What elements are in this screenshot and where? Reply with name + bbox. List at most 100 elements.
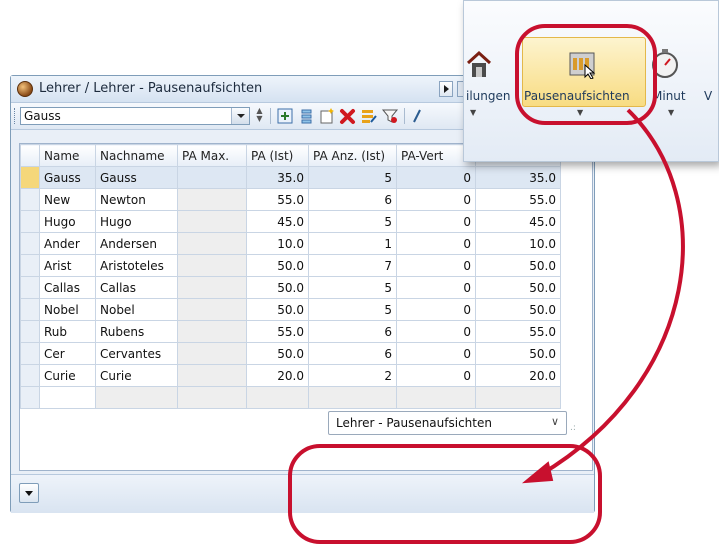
cell-pa-vert[interactable]: 0 xyxy=(396,210,476,233)
cell-name[interactable]: Gauss xyxy=(39,166,96,189)
cell-pa-ist[interactable]: 55.0 xyxy=(246,320,309,343)
stopwatch-icon[interactable] xyxy=(650,45,680,79)
cell-pa-max[interactable] xyxy=(177,232,247,255)
cell-pa-ist[interactable]: 20.0 xyxy=(246,364,309,387)
cell-pa-max[interactable] xyxy=(177,254,247,277)
new-entry-icon[interactable] xyxy=(318,107,336,125)
chevron-down-icon[interactable]: ▼ xyxy=(577,108,583,117)
new-row-cell[interactable] xyxy=(396,386,476,409)
cell-pa-anz-ist[interactable]: 5 xyxy=(308,166,397,189)
cell-pa-ist[interactable]: 50.0 xyxy=(246,298,309,321)
cell-nachname[interactable]: Nobel xyxy=(95,298,178,321)
cell-extra[interactable]: 55.0 xyxy=(475,188,561,211)
row-selector[interactable] xyxy=(20,254,40,277)
cell-pa-anz-ist[interactable]: 5 xyxy=(308,298,397,321)
new-row-cell[interactable] xyxy=(246,386,309,409)
row-selector[interactable] xyxy=(20,364,40,387)
table-row[interactable]: Arist Aristoteles 50.0 7 0 50.0 xyxy=(20,254,561,277)
cell-pa-max[interactable] xyxy=(177,342,247,365)
cell-nachname[interactable]: Rubens xyxy=(95,320,178,343)
column-header-name[interactable]: Name xyxy=(39,144,96,167)
cell-pa-anz-ist[interactable]: 1 xyxy=(308,232,397,255)
table-row[interactable]: Callas Callas 50.0 5 0 50.0 xyxy=(20,276,561,299)
row-selector[interactable] xyxy=(20,210,40,233)
more-icon[interactable] xyxy=(409,107,427,125)
expand-right-button[interactable] xyxy=(439,81,453,97)
cell-pa-max[interactable] xyxy=(177,166,247,189)
view-select[interactable]: Lehrer - Pausenaufsichten ∨ xyxy=(328,411,567,435)
new-row-cell[interactable] xyxy=(308,386,397,409)
house-icon[interactable] xyxy=(466,47,492,81)
cell-pa-ist[interactable]: 50.0 xyxy=(246,276,309,299)
cell-name[interactable]: Callas xyxy=(39,276,96,299)
delete-icon[interactable] xyxy=(339,107,357,125)
row-selector[interactable] xyxy=(20,298,40,321)
cell-name[interactable]: Arist xyxy=(39,254,96,277)
new-row-cell[interactable] xyxy=(475,386,561,409)
cell-pa-ist[interactable]: 50.0 xyxy=(246,342,309,365)
ribbon-label-left[interactable]: ilungen xyxy=(466,89,510,103)
cell-pa-anz-ist[interactable]: 5 xyxy=(308,276,397,299)
cell-extra[interactable]: 50.0 xyxy=(475,342,561,365)
cell-extra[interactable]: 45.0 xyxy=(475,210,561,233)
cell-pa-ist[interactable]: 45.0 xyxy=(246,210,309,233)
cell-pa-vert[interactable]: 0 xyxy=(396,276,476,299)
table-row[interactable]: Rub Rubens 55.0 6 0 55.0 xyxy=(20,320,561,343)
chevron-down-icon[interactable]: ▼ xyxy=(470,108,476,117)
cell-pa-vert[interactable]: 0 xyxy=(396,254,476,277)
cell-pa-anz-ist[interactable]: 6 xyxy=(308,342,397,365)
column-header-pa-ist[interactable]: PA (Ist) xyxy=(246,144,309,167)
column-header-pa-max[interactable]: PA Max. xyxy=(177,144,247,167)
cell-extra[interactable]: 10.0 xyxy=(475,232,561,255)
cell-nachname[interactable]: Aristoteles xyxy=(95,254,178,277)
new-row-cell[interactable] xyxy=(39,386,96,409)
row-selector[interactable] xyxy=(20,320,40,343)
cell-pa-vert[interactable]: 0 xyxy=(396,320,476,343)
cell-name[interactable]: Nobel xyxy=(39,298,96,321)
ribbon-label-right[interactable]: Minut xyxy=(652,89,686,103)
cell-pa-max[interactable] xyxy=(177,320,247,343)
cell-pa-ist[interactable]: 55.0 xyxy=(246,188,309,211)
cell-pa-vert[interactable]: 0 xyxy=(396,232,476,255)
cell-nachname[interactable]: Callas xyxy=(95,276,178,299)
add-row-icon[interactable] xyxy=(276,107,294,125)
row-selector[interactable] xyxy=(20,342,40,365)
cell-pa-anz-ist[interactable]: 6 xyxy=(308,320,397,343)
cell-pa-anz-ist[interactable]: 7 xyxy=(308,254,397,277)
cell-name[interactable]: Rub xyxy=(39,320,96,343)
cell-name[interactable]: New xyxy=(39,188,96,211)
row-selector[interactable] xyxy=(20,188,40,211)
cell-pa-ist[interactable]: 50.0 xyxy=(246,254,309,277)
cell-nachname[interactable]: Gauss xyxy=(95,166,178,189)
chevron-down-icon[interactable]: ∨ xyxy=(551,415,559,428)
table-row[interactable]: New Newton 55.0 6 0 55.0 xyxy=(20,188,561,211)
row-selector[interactable] xyxy=(20,276,40,299)
table-row[interactable]: Cer Cervantes 50.0 6 0 50.0 xyxy=(20,342,561,365)
cell-pa-max[interactable] xyxy=(177,210,247,233)
row-selector[interactable] xyxy=(20,386,40,409)
table-row[interactable]: Curie Curie 20.0 2 0 20.0 xyxy=(20,364,561,387)
chevron-down-icon[interactable]: ▼ xyxy=(668,108,674,117)
cell-name[interactable]: Ander xyxy=(39,232,96,255)
cell-nachname[interactable]: Newton xyxy=(95,188,178,211)
edit-icon[interactable] xyxy=(360,107,378,125)
cell-pa-max[interactable] xyxy=(177,364,247,387)
cell-pa-vert[interactable]: 0 xyxy=(396,298,476,321)
cell-pa-vert[interactable]: 0 xyxy=(396,166,476,189)
cell-pa-ist[interactable]: 35.0 xyxy=(246,166,309,189)
cell-pa-anz-ist[interactable]: 2 xyxy=(308,364,397,387)
table-row[interactable]: Ander Andersen 10.0 1 0 10.0 xyxy=(20,232,561,255)
cell-extra[interactable]: 50.0 xyxy=(475,276,561,299)
cell-name[interactable]: Cer xyxy=(39,342,96,365)
cell-extra[interactable]: 55.0 xyxy=(475,320,561,343)
ribbon-label-far-right[interactable]: V xyxy=(704,89,712,103)
cell-pa-max[interactable] xyxy=(177,298,247,321)
cell-nachname[interactable]: Andersen xyxy=(95,232,178,255)
table-row[interactable]: Nobel Nobel 50.0 5 0 50.0 xyxy=(20,298,561,321)
cell-pa-anz-ist[interactable]: 6 xyxy=(308,188,397,211)
teacher-selector[interactable]: Gauss xyxy=(20,107,250,125)
cell-pa-max[interactable] xyxy=(177,276,247,299)
toolbar-grip[interactable] xyxy=(14,108,18,124)
cell-nachname[interactable]: Cervantes xyxy=(95,342,178,365)
resize-grip-icon[interactable]: .: xyxy=(570,423,580,433)
